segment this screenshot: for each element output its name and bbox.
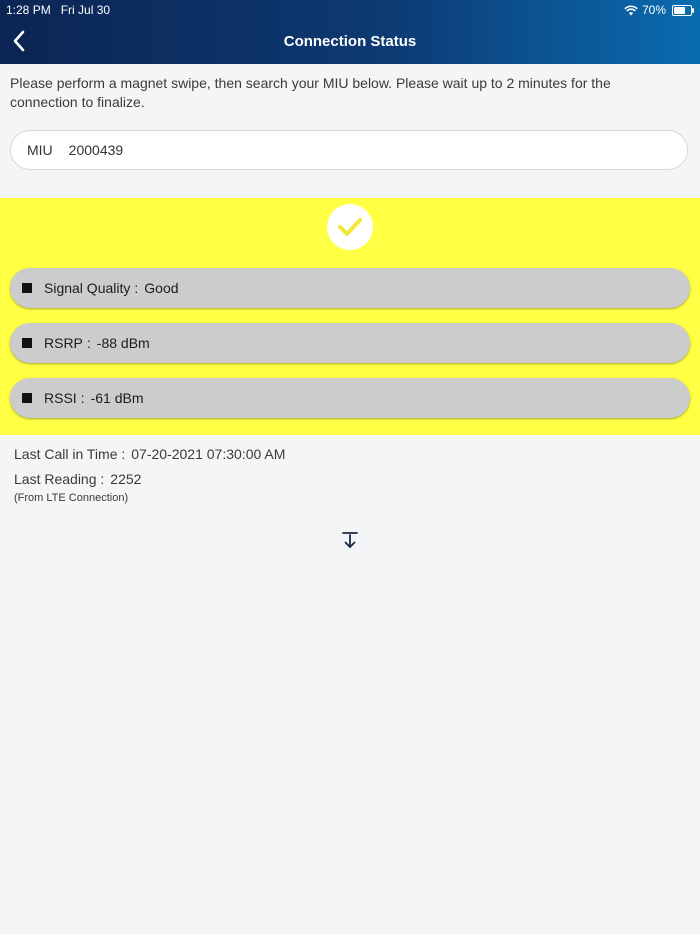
- metric-value: Good: [144, 280, 179, 296]
- connection-status-panel: Signal Quality : Good RSRP : -88 dBm RSS…: [0, 198, 700, 435]
- success-badge: [327, 204, 373, 250]
- miu-search-field[interactable]: MIU 2000439: [10, 130, 688, 170]
- download-button[interactable]: [340, 530, 360, 550]
- last-call-time: Last Call in Time :07-20-2021 07:30:00 A…: [14, 446, 286, 462]
- metric-label: RSRP: [44, 335, 83, 351]
- last-reading: Last Reading :2252: [14, 471, 142, 487]
- status-bar-time: 1:28 PM Fri Jul 30: [6, 3, 111, 17]
- download-to-bottom-icon: [342, 532, 358, 548]
- reading-source-note: (From LTE Connection): [14, 492, 129, 504]
- page-title: Connection Status: [283, 33, 417, 50]
- metric-value: -88 dBm: [96, 335, 150, 351]
- header-bar: 1:28 PM Fri Jul 30 70% Connection Status: [0, 0, 700, 64]
- status-bar-right: 70%: [624, 3, 694, 17]
- bullet-square-icon: [22, 283, 32, 293]
- checkmark-icon: [338, 218, 362, 236]
- battery-percent: 70%: [641, 3, 666, 17]
- bullet-square-icon: [22, 393, 32, 403]
- metric-signal-quality: Signal Quality : Good: [10, 268, 690, 308]
- instructions-text: Please perform a magnet swipe, then sear…: [10, 75, 611, 110]
- bullet-square-icon: [22, 338, 32, 348]
- miu-label: MIU: [27, 142, 53, 158]
- metric-rsrp: RSRP : -88 dBm: [10, 323, 690, 363]
- metric-label: Signal Quality: [44, 280, 131, 296]
- metric-rssi: RSSI : -61 dBm: [10, 378, 690, 418]
- miu-value[interactable]: 2000439: [69, 142, 124, 158]
- wifi-icon: [624, 4, 638, 15]
- battery-icon: [672, 4, 694, 16]
- metric-value: -61 dBm: [90, 390, 144, 406]
- metric-label: RSSI: [44, 390, 77, 406]
